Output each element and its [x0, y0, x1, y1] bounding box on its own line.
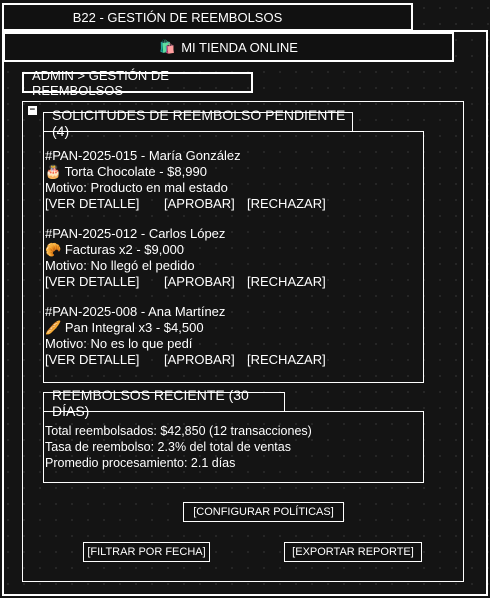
approve-button[interactable]: [APROBAR]: [164, 274, 247, 290]
request-actions: [VER DETALLE] [APROBAR] [RECHAZAR]: [45, 196, 326, 212]
view-detail-button[interactable]: [VER DETALLE]: [45, 274, 164, 290]
request-product: 🎂 Torta Chocolate - $8,990: [45, 164, 326, 180]
request-header: #PAN-2025-012 - Carlos López: [45, 226, 226, 241]
pending-section-title: SOLICITUDES DE REEMBOLSO PENDIENTE (4): [43, 107, 353, 139]
request-reason: Motivo: No es lo que pedí: [45, 336, 193, 351]
request-actions: [VER DETALLE] [APROBAR] [RECHAZAR]: [45, 274, 326, 290]
reject-button[interactable]: [RECHAZAR]: [247, 352, 326, 367]
avg-processing: Promedio procesamiento: 2.1 días: [45, 456, 236, 470]
reject-button[interactable]: [RECHAZAR]: [247, 196, 326, 211]
request-product-text: Torta Chocolate - $8,990: [64, 164, 207, 179]
request-actions: [VER DETALLE] [APROBAR] [RECHAZAR]: [45, 352, 326, 368]
request-product-text: Pan Integral x3 - $4,500: [64, 320, 204, 335]
request-header: #PAN-2025-008 - Ana Martínez: [45, 304, 226, 319]
view-detail-button[interactable]: [VER DETALLE]: [45, 352, 164, 368]
request-header: #PAN-2025-015 - María González: [45, 148, 241, 163]
breadcrumb-text: ADMIN > GESTIÓN DE REEMBOLSOS: [32, 67, 169, 98]
refund-rate: Tasa de reembolso: 2.3% del total de ven…: [45, 440, 291, 454]
request-item: #PAN-2025-015 - María González 🎂 Torta C…: [45, 148, 326, 212]
request-reason: Motivo: No llegó el pedido: [45, 258, 195, 273]
recent-section-title: REEMBOLSOS RECIENTE (30 DÍAS): [43, 387, 285, 419]
collapse-toggle-button[interactable]: −: [28, 106, 37, 115]
configure-policies-label: [CONFIGURAR POLÍTICAS]: [193, 506, 334, 518]
breadcrumb[interactable]: ADMIN > GESTIÓN DE REEMBOLSOS: [22, 68, 253, 98]
request-item: #PAN-2025-012 - Carlos López 🥐 Facturas …: [45, 226, 326, 290]
export-report-label: [EXPORTAR REPORTE]: [292, 546, 414, 558]
export-report-button[interactable]: [EXPORTAR REPORTE]: [284, 542, 422, 562]
request-product-text: Facturas x2 - $9,000: [64, 242, 185, 257]
filter-by-date-button[interactable]: [FILTRAR POR FECHA]: [83, 542, 210, 562]
shopping-bags-icon: 🛍️: [159, 39, 176, 55]
request-product: 🥐 Facturas x2 - $9,000: [45, 242, 326, 258]
view-detail-button[interactable]: [VER DETALLE]: [45, 196, 164, 212]
store-name: MI TIENDA ONLINE: [181, 39, 298, 55]
cake-icon: 🎂: [45, 165, 62, 180]
request-product: 🥖 Pan Integral x3 - $4,500: [45, 320, 326, 336]
bread-icon: 🥖: [45, 321, 62, 336]
reject-button[interactable]: [RECHAZAR]: [247, 274, 326, 289]
refund-stats: Total reembolsados: $42,850 (12 transacc…: [45, 423, 312, 471]
store-header: 🛍️ MI TIENDA ONLINE: [3, 32, 454, 62]
request-item: #PAN-2025-008 - Ana Martínez 🥖 Pan Integ…: [45, 304, 326, 368]
configure-policies-button[interactable]: [CONFIGURAR POLÍTICAS]: [183, 502, 344, 522]
request-reason: Motivo: Producto en mal estado: [45, 180, 228, 195]
approve-button[interactable]: [APROBAR]: [164, 352, 247, 368]
filter-by-date-label: [FILTRAR POR FECHA]: [87, 546, 206, 558]
window-title: B22 - GESTIÓN DE REEMBOLSOS: [72, 9, 283, 25]
window-title-tab: B22 - GESTIÓN DE REEMBOLSOS: [2, 3, 413, 31]
total-refunded: Total reembolsados: $42,850 (12 transacc…: [45, 424, 312, 438]
approve-button[interactable]: [APROBAR]: [164, 196, 247, 212]
croissant-icon: 🥐: [45, 243, 62, 258]
